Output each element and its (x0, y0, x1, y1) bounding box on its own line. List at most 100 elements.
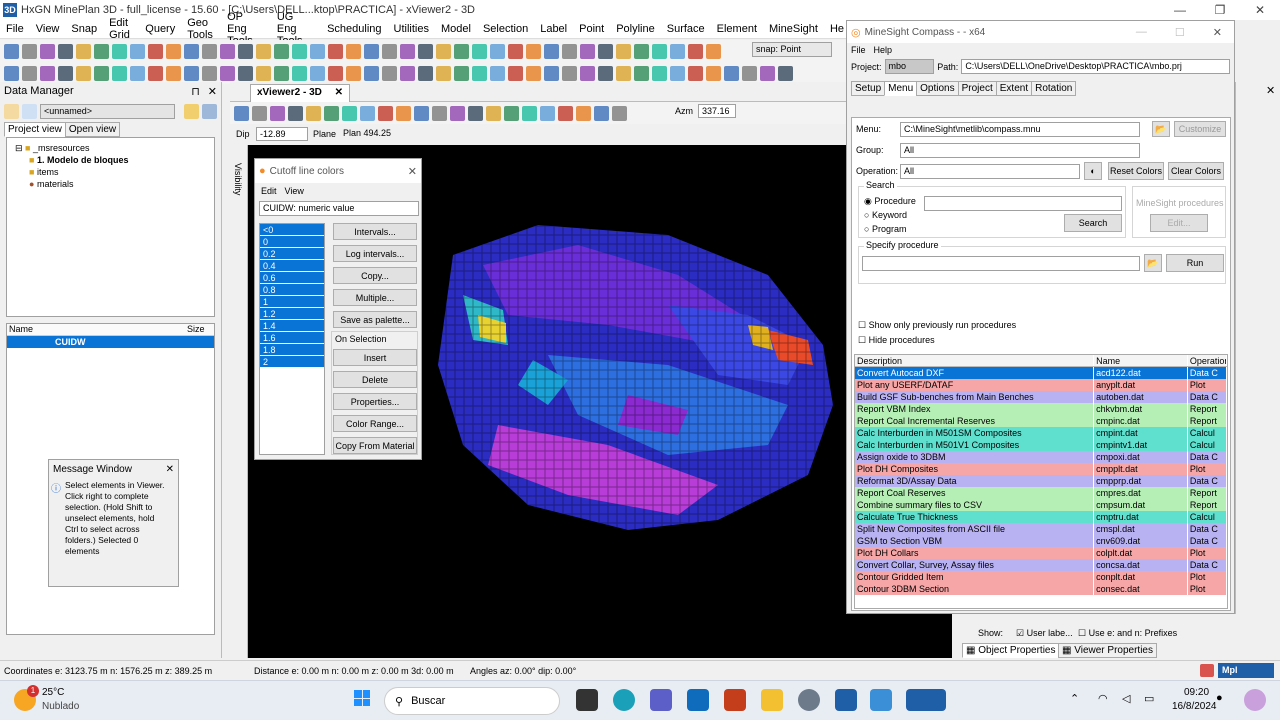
table-row[interactable]: Convert Autocad DXF acd122.dat Data C (855, 367, 1227, 379)
edit-tool-icon-37[interactable] (670, 65, 685, 81)
list-header-size[interactable]: Size (187, 324, 205, 335)
edit-tool-icon-43[interactable] (778, 65, 793, 81)
menu-item-12[interactable]: Label (534, 23, 573, 35)
edit-tool-icon-24[interactable] (436, 65, 451, 81)
edit-tool-icon-27[interactable] (490, 65, 505, 81)
main-tool-icon-29[interactable] (526, 43, 541, 59)
menu-item-3[interactable]: Edit Grid (103, 17, 139, 41)
edit-tool-icon-31[interactable] (562, 65, 577, 81)
project-field[interactable]: mbo (884, 59, 935, 74)
status-flag-icon[interactable] (1200, 664, 1214, 677)
list-header-name[interactable]: Name (7, 324, 187, 335)
cutoff-menu-edit[interactable]: Edit (261, 186, 277, 196)
main-tool-icon-12[interactable] (220, 43, 235, 59)
teams-icon[interactable] (650, 689, 672, 711)
viewer-tool-icon-7[interactable] (360, 105, 375, 121)
tab-xviewer2[interactable]: xViewer2 - 3D ✕ (250, 84, 351, 102)
main-tool-icon-35[interactable] (634, 43, 649, 59)
table-row[interactable]: Reformat 3D/Assay Data cmpprp.dat Data C (855, 475, 1227, 487)
tree-node-msresources[interactable]: ⊟ ■ _msresources (11, 142, 210, 154)
table-row[interactable]: Report Coal Incremental Reserves cmpinc.d… (855, 415, 1227, 427)
unnamed-field[interactable]: <unnamed> (40, 103, 175, 119)
cutoff-value-item[interactable]: 0 (260, 236, 324, 248)
edit-tool-icon-11[interactable] (202, 65, 217, 81)
taskbar-search[interactable]: ⚲ Buscar (384, 687, 560, 715)
cutoff-value-item[interactable]: 2 (260, 356, 324, 368)
compass-tab-menu[interactable]: Menu (884, 81, 918, 96)
edit-tool-icon-1[interactable] (22, 65, 37, 81)
main-tool-icon-31[interactable] (562, 43, 577, 59)
viewer-tool-icon-9[interactable] (396, 105, 411, 121)
viewer-tool-icon-2[interactable] (270, 105, 285, 121)
menu-item-13[interactable]: Point (573, 23, 610, 35)
powerpoint-icon[interactable] (724, 689, 746, 711)
viewer-tool-icon-13[interactable] (468, 105, 483, 121)
table-row[interactable]: Assign oxide to 3DBM cmpoxi.dat Data C (855, 451, 1227, 463)
main-tool-icon-8[interactable] (148, 43, 163, 59)
tab-object-properties[interactable]: ▦ Object Properties (962, 643, 1060, 658)
viewer-tool-icon-8[interactable] (378, 105, 393, 121)
main-tool-icon-1[interactable] (22, 43, 37, 59)
edit-tool-icon-21[interactable] (382, 65, 397, 81)
main-tool-icon-26[interactable] (472, 43, 487, 59)
edit-tool-icon-6[interactable] (112, 65, 127, 81)
viewer-tool-icon-17[interactable] (540, 105, 555, 121)
main-tool-icon-19[interactable] (346, 43, 361, 59)
edit-tool-icon-10[interactable] (184, 65, 199, 81)
cutoff-value-item[interactable]: 0.2 (260, 248, 324, 260)
menu-item-14[interactable]: Polyline (610, 23, 661, 35)
volume-icon[interactable]: ◁ (1122, 692, 1130, 705)
tab-viewer-properties[interactable]: ▦ Viewer Properties (1058, 643, 1157, 658)
edit-tool-icon-4[interactable] (76, 65, 91, 81)
main-tool-icon-34[interactable] (616, 43, 631, 59)
procedure-select[interactable] (862, 256, 1140, 271)
cutoff-btn-0[interactable]: Intervals... (333, 223, 417, 240)
compass-tab-extent[interactable]: Extent (995, 81, 1033, 96)
viewer-tool-icon-6[interactable] (342, 105, 357, 121)
compass-tab-project[interactable]: Project (957, 81, 997, 96)
menu-item-5[interactable]: Geo Tools (181, 17, 221, 41)
cutoff-value-item[interactable]: 1.6 (260, 332, 324, 344)
main-tool-icon-5[interactable] (94, 43, 109, 59)
viewer-tool-icon-20[interactable] (594, 105, 609, 121)
edit-tool-icon-42[interactable] (760, 65, 775, 81)
compass-menu-file[interactable]: File (851, 45, 866, 55)
edit-tool-icon-41[interactable] (742, 65, 757, 81)
compass-tab-setup[interactable]: Setup (851, 81, 886, 96)
main-tool-icon-11[interactable] (202, 43, 217, 59)
right-panel-close-icon[interactable]: ✕ (1266, 84, 1275, 97)
cutoff-value-item[interactable]: 1.8 (260, 344, 324, 356)
main-tool-icon-2[interactable] (40, 43, 55, 59)
table-row[interactable]: Calc Interburden in M501V1 Composites cmp… (855, 439, 1227, 451)
close-icon[interactable]: ✕ (1240, 0, 1280, 20)
table-row[interactable]: Plot any USERF/DATAF anyplt.dat Plot (855, 379, 1227, 391)
compass-close-icon[interactable]: ✕ (1213, 26, 1222, 39)
table-row[interactable]: Contour Gridded Item conplt.dat Plot (855, 571, 1227, 583)
browse-procedure-icon[interactable]: 📂 (1144, 254, 1162, 272)
edit-button[interactable]: Edit... (1150, 214, 1208, 232)
menu-item-10[interactable]: Model (435, 23, 477, 35)
table-row[interactable]: Calc Interburden in M501SM Composites cmp… (855, 427, 1227, 439)
edit-tool-icon-23[interactable] (418, 65, 433, 81)
edit-tool-icon-35[interactable] (634, 65, 649, 81)
table-row[interactable]: Convert Collar, Survey, Assay files concs… (855, 559, 1227, 571)
main-tool-icon-18[interactable] (328, 43, 343, 59)
tree-node-items[interactable]: ■ items (11, 166, 210, 178)
edit-tool-icon-17[interactable] (310, 65, 325, 81)
minimize-icon[interactable]: — (1160, 0, 1200, 20)
main-tool-icon-22[interactable] (400, 43, 415, 59)
col-description[interactable]: Description (855, 355, 1095, 366)
col-operation[interactable]: Operation (1188, 355, 1227, 366)
edit-tool-icon-36[interactable] (652, 65, 667, 81)
battery-icon[interactable]: ▭ (1144, 692, 1154, 705)
radio-keyword[interactable]: ○ Keyword (864, 210, 907, 220)
reset-colors-button[interactable]: Reset Colors (1108, 162, 1164, 180)
edit-tool-icon-15[interactable] (274, 65, 289, 81)
operation-select[interactable]: All (900, 164, 1080, 179)
compass-maximize-icon[interactable]: ☐ (1175, 26, 1185, 39)
main-tool-icon-6[interactable] (112, 43, 127, 59)
menu-item-9[interactable]: Utilities (388, 23, 435, 35)
plane-field[interactable]: Plan 494.25 (340, 127, 410, 141)
edit-tool-icon-9[interactable] (166, 65, 181, 81)
main-tool-icon-0[interactable] (4, 43, 19, 59)
